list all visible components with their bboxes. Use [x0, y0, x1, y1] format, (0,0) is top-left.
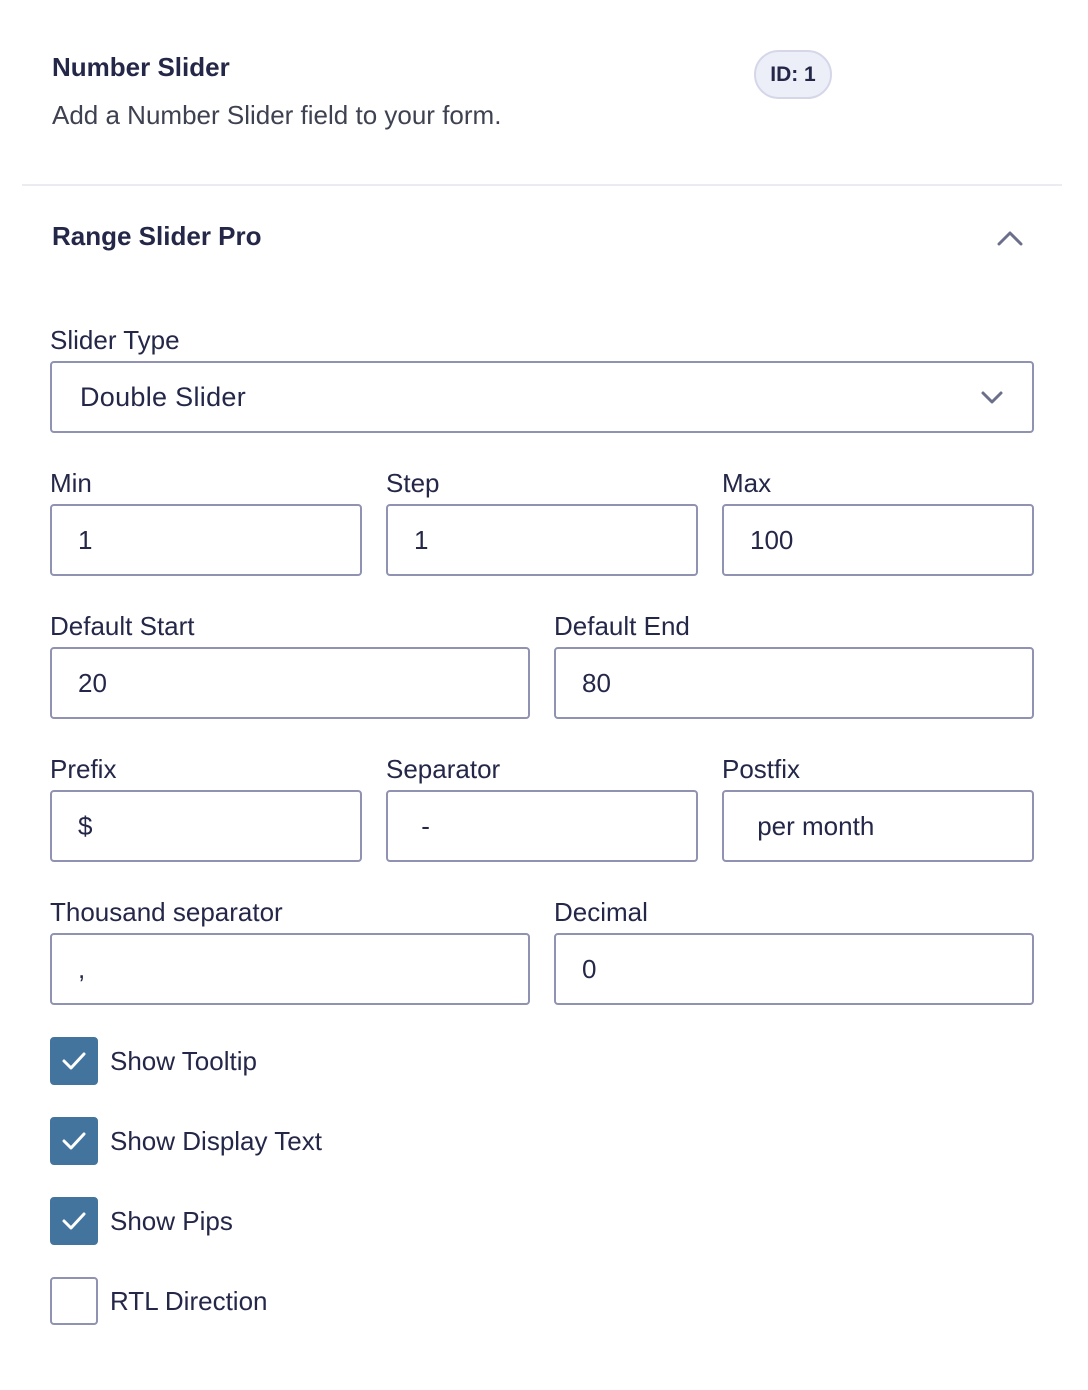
- slider-type-value: Double Slider: [80, 381, 246, 412]
- thousand-separator-label: Thousand separator: [50, 897, 283, 927]
- min-input[interactable]: [50, 504, 362, 576]
- slider-type-select[interactable]: Double Slider: [50, 361, 1034, 433]
- chevron-up-icon: [997, 231, 1023, 246]
- show-display-text-label: Show Display Text: [110, 1125, 322, 1156]
- postfix-input[interactable]: [722, 790, 1034, 862]
- checkmark-icon: [62, 1212, 86, 1230]
- default-start-label: Default Start: [50, 611, 195, 641]
- default-end-label: Default End: [554, 611, 690, 641]
- decimal-input[interactable]: [554, 933, 1034, 1005]
- field-description: Add a Number Slider field to your form.: [52, 100, 502, 130]
- separator-label: Separator: [386, 754, 501, 784]
- rtl-direction-option[interactable]: RTL Direction: [50, 1277, 268, 1325]
- min-label: Min: [50, 468, 92, 498]
- slider-type-label: Slider Type: [50, 325, 180, 355]
- postfix-label: Postfix: [722, 754, 801, 784]
- header-divider: [22, 184, 1062, 186]
- checkmark-icon: [62, 1132, 86, 1150]
- thousand-separator-input[interactable]: [50, 933, 530, 1005]
- show-tooltip-label: Show Tooltip: [110, 1045, 257, 1076]
- step-input[interactable]: [386, 504, 698, 576]
- step-label: Step: [386, 468, 440, 498]
- chevron-down-icon: [980, 389, 1004, 405]
- prefix-input[interactable]: [50, 790, 362, 862]
- separator-input[interactable]: [386, 790, 698, 862]
- section-collapse-toggle[interactable]: [990, 222, 1030, 254]
- rtl-direction-label: RTL Direction: [110, 1285, 268, 1316]
- field-settings-panel: Number Slider Add a Number Slider field …: [0, 0, 1088, 1390]
- show-pips-option[interactable]: Show Pips: [50, 1197, 233, 1245]
- show-pips-label: Show Pips: [110, 1205, 233, 1236]
- show-tooltip-option[interactable]: Show Tooltip: [50, 1037, 257, 1085]
- field-id-badge: ID: 1: [754, 50, 832, 99]
- max-input[interactable]: [722, 504, 1034, 576]
- show-tooltip-checkbox[interactable]: [50, 1037, 98, 1085]
- checkmark-icon: [62, 1052, 86, 1070]
- section-title[interactable]: Range Slider Pro: [52, 221, 262, 252]
- default-start-input[interactable]: [50, 647, 530, 719]
- show-pips-checkbox[interactable]: [50, 1197, 98, 1245]
- rtl-direction-checkbox[interactable]: [50, 1277, 98, 1325]
- field-title: Number Slider: [52, 52, 230, 82]
- max-label: Max: [722, 468, 772, 498]
- decimal-label: Decimal: [554, 897, 648, 927]
- prefix-label: Prefix: [50, 754, 117, 784]
- default-end-input[interactable]: [554, 647, 1034, 719]
- show-display-text-checkbox[interactable]: [50, 1117, 98, 1165]
- show-display-text-option[interactable]: Show Display Text: [50, 1117, 322, 1165]
